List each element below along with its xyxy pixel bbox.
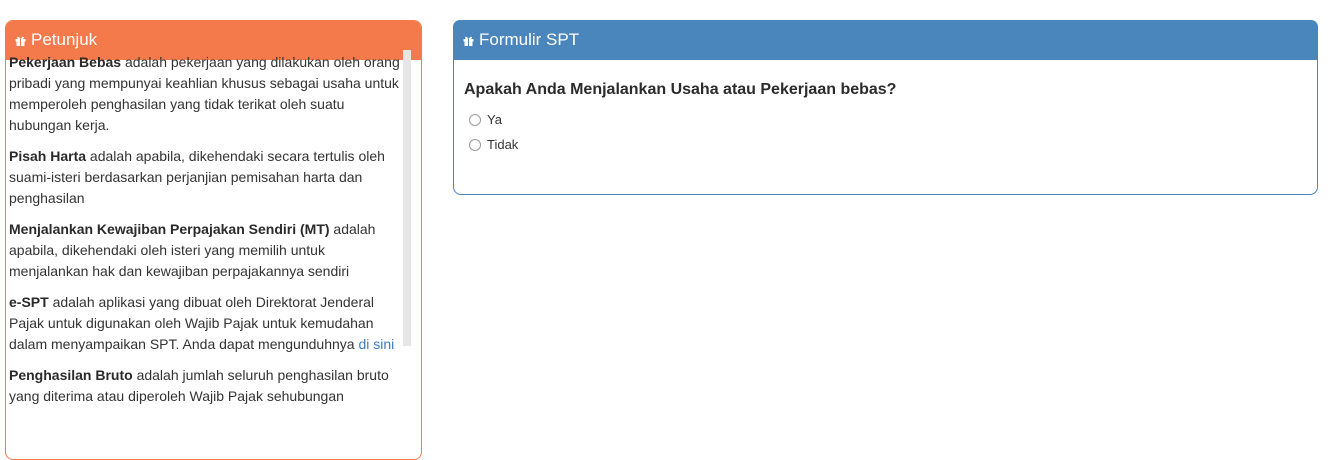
radio-option-ya[interactable]: Ya bbox=[469, 112, 502, 127]
radio-label: Tidak bbox=[487, 137, 519, 152]
petunjuk-title: Petunjuk bbox=[31, 30, 98, 49]
term-item: Pisah Harta adalah apabila, dikehendaki … bbox=[9, 148, 385, 206]
term-item: Pekerjaan Bebas adalah pekerjaan yang di… bbox=[9, 54, 400, 133]
download-link[interactable]: di sini bbox=[358, 336, 394, 352]
gift-icon bbox=[15, 35, 26, 46]
term-item: e-SPT adalah aplikasi yang dibuat oleh D… bbox=[9, 294, 395, 352]
term-item: Penghasilan Bruto adalah jumlah seluruh … bbox=[9, 367, 389, 404]
formulir-panel: Formulir SPT Apakah Anda Menjalankan Usa… bbox=[453, 20, 1318, 195]
formulir-title: Formulir SPT bbox=[479, 30, 580, 49]
gift-icon bbox=[463, 35, 474, 46]
question-label: Apakah Anda Menjalankan Usaha atau Peker… bbox=[464, 81, 897, 98]
term-item: Menjalankan Kewajiban Perpajakan Sendiri… bbox=[9, 221, 376, 279]
radio-button[interactable] bbox=[469, 113, 481, 126]
scrollbar[interactable] bbox=[403, 50, 411, 346]
radio-button[interactable] bbox=[469, 138, 481, 151]
petunjuk-scroll-area[interactable]: Pekerjaan Bebas adalah pekerjaan yang di… bbox=[9, 52, 407, 452]
radio-label: Ya bbox=[487, 112, 502, 127]
formulir-heading: Formulir SPT bbox=[453, 20, 1318, 60]
radio-option-tidak[interactable]: Tidak bbox=[469, 137, 518, 152]
